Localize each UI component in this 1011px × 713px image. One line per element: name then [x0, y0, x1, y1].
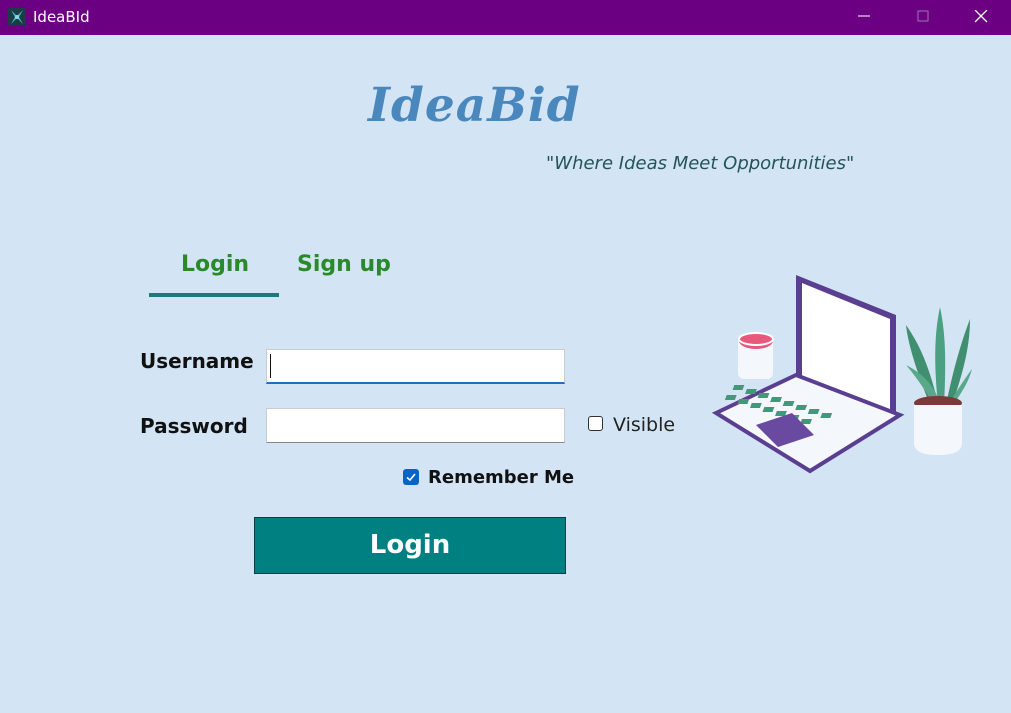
- close-button[interactable]: [958, 0, 1004, 35]
- visible-checkbox[interactable]: [588, 416, 603, 431]
- remember-me-label[interactable]: Remember Me: [428, 467, 574, 488]
- potted-plant-icon: [906, 307, 972, 455]
- laptop-coffee-plant-illustration: [711, 275, 972, 474]
- tab-login[interactable]: Login: [181, 252, 249, 277]
- app-icon: [8, 8, 26, 26]
- brand-tagline: "Where Ideas Meet Opportunities": [546, 153, 855, 174]
- login-button[interactable]: Login: [254, 517, 566, 574]
- text-caret: [270, 354, 271, 378]
- minimize-button[interactable]: [841, 0, 887, 35]
- checkmark-icon: [406, 473, 416, 482]
- brand-logo: IdeaBid: [368, 78, 581, 133]
- visible-label[interactable]: Visible: [613, 414, 675, 436]
- username-label: Username: [140, 349, 254, 373]
- close-icon: [974, 10, 988, 23]
- password-input[interactable]: [266, 408, 565, 443]
- tab-signup[interactable]: Sign up: [297, 252, 391, 277]
- maximize-icon: [917, 10, 929, 22]
- remember-me-checkbox[interactable]: [403, 469, 419, 485]
- minimize-icon: [858, 15, 870, 17]
- coffee-mug-icon: [738, 332, 774, 379]
- title-bar: IdeaBId: [0, 0, 1011, 35]
- maximize-button[interactable]: [900, 0, 946, 35]
- window-title: IdeaBId: [33, 8, 90, 26]
- username-input[interactable]: [266, 349, 565, 384]
- password-label: Password: [140, 414, 248, 438]
- active-tab-indicator: [149, 293, 279, 297]
